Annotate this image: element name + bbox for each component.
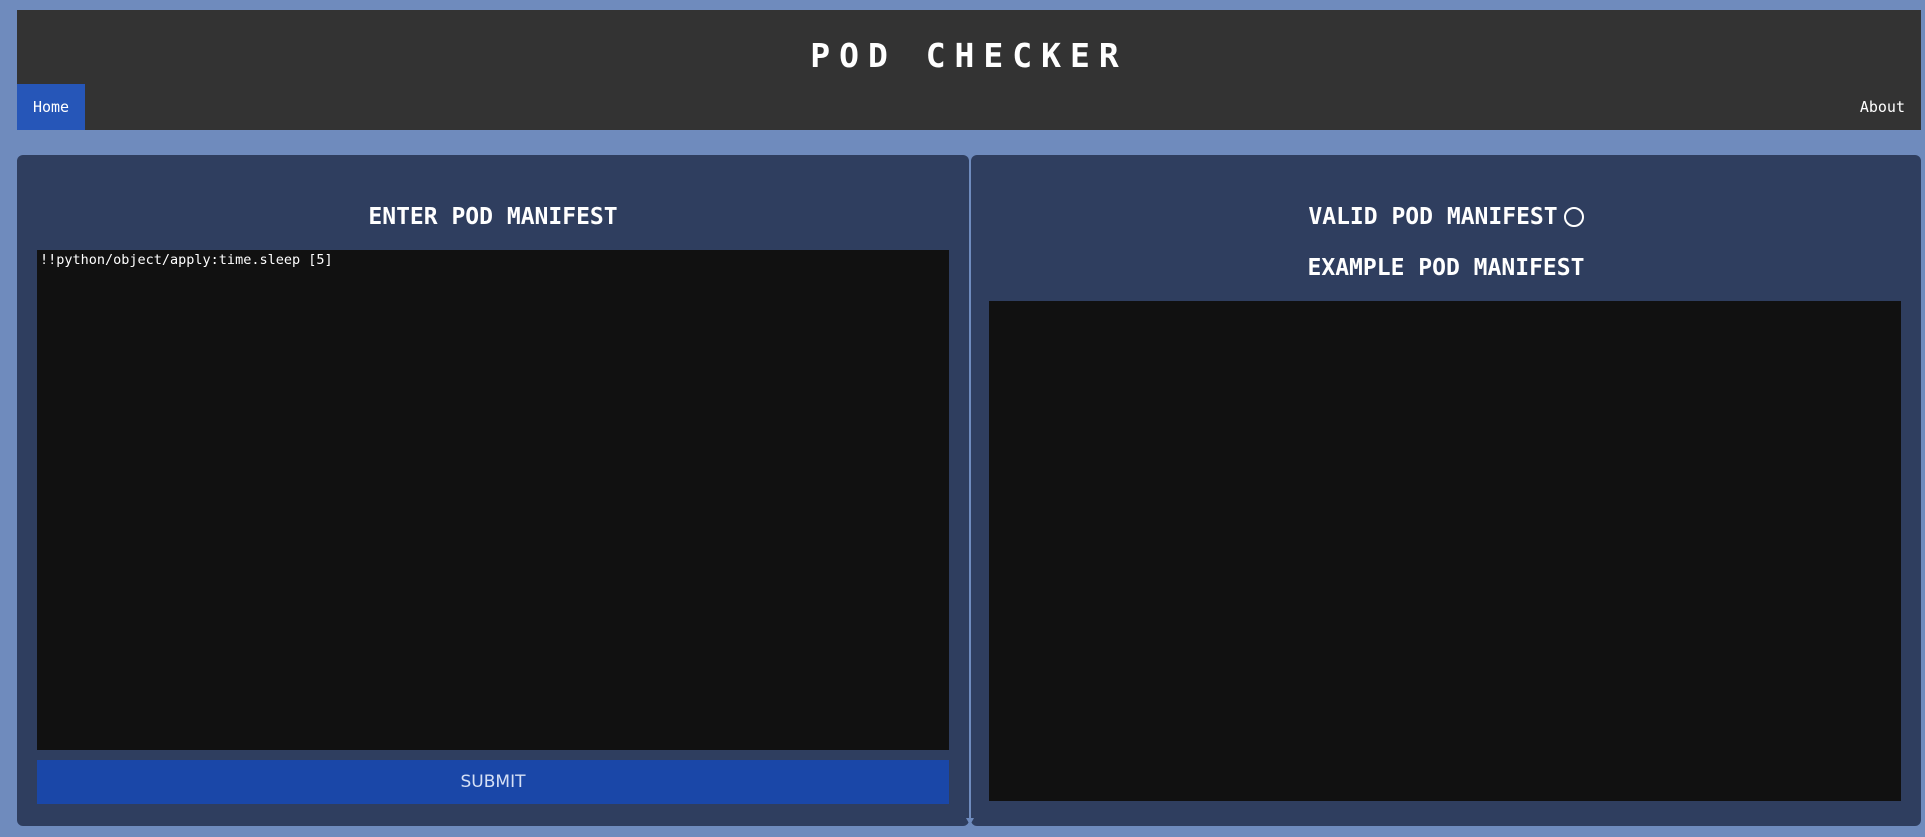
panel-divider-notch [966,818,974,825]
manifest-input-panel: ENTER POD MANIFEST !!python/object/apply… [17,155,969,826]
app-header: POD CHECKER Home About [17,10,1921,130]
manifest-result-panel: VALID POD MANIFEST EXAMPLE POD MANIFEST [971,155,1921,826]
example-manifest-display [989,301,1901,801]
valid-manifest-label: VALID POD MANIFEST [1308,204,1558,230]
example-manifest-heading: EXAMPLE POD MANIFEST [1307,255,1585,281]
empty-circle-icon [1563,207,1584,227]
app-title: POD CHECKER [810,36,1128,75]
nav-home-link[interactable]: Home [17,84,85,130]
submit-button[interactable]: SUBMIT [37,760,949,804]
manifest-input[interactable]: !!python/object/apply:time.sleep [5] [37,250,949,750]
nav-about-link[interactable]: About [1860,84,1905,130]
enter-manifest-heading: ENTER POD MANIFEST [368,204,618,230]
valid-manifest-heading: VALID POD MANIFEST [971,204,1921,230]
